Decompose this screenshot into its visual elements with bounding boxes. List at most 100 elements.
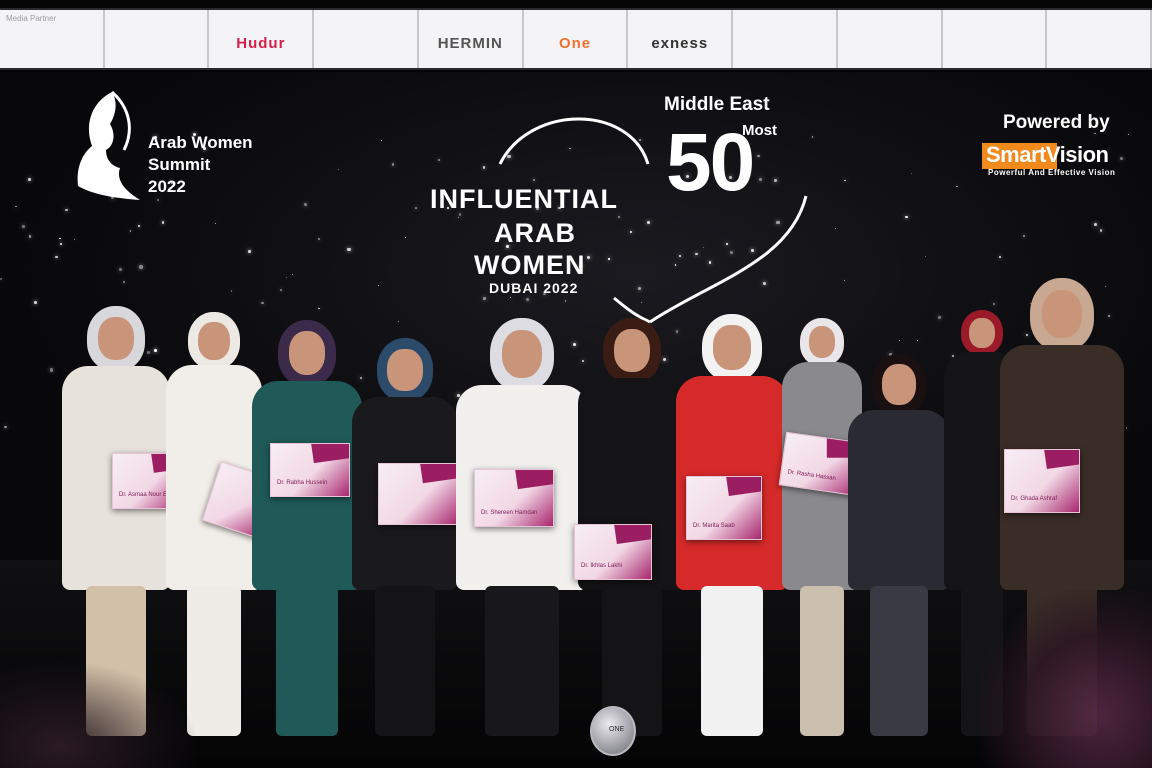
star-dot	[0, 278, 3, 281]
star-dot	[146, 350, 150, 354]
honoree-legs	[870, 586, 928, 736]
star-dot	[1107, 314, 1110, 317]
star-dot	[138, 225, 141, 228]
star-dot	[999, 256, 1002, 259]
star-dot	[1127, 133, 1130, 135]
star-dot	[49, 368, 54, 372]
trophy-label: ONE	[609, 726, 625, 733]
star-dot	[129, 230, 132, 232]
star-dot	[482, 166, 486, 169]
star-dot	[33, 301, 37, 304]
sponsor-cell: exness	[628, 10, 734, 68]
star-dot	[916, 339, 919, 341]
star-dot	[1023, 235, 1025, 237]
star-dot	[1100, 229, 1103, 232]
sponsor-cell	[943, 10, 1048, 68]
star-dot	[118, 268, 122, 271]
honoree-face	[969, 317, 995, 348]
award-certificate: Dr. Ghada Ashraf	[1004, 449, 1080, 513]
star-dot	[359, 377, 363, 380]
star-dot	[139, 265, 143, 269]
star-dot	[662, 357, 667, 361]
star-dot	[1105, 286, 1107, 288]
star-dot	[292, 274, 294, 276]
headline-line3: WOMEN	[474, 250, 586, 280]
foreground-audience-blur-right	[980, 590, 1152, 768]
star-dot	[73, 238, 76, 241]
sponsor-cell: Media Partner	[0, 10, 105, 68]
star-dot	[1093, 223, 1097, 227]
certificate-band	[725, 477, 761, 496]
star-dot	[956, 185, 959, 188]
certificate-band	[514, 470, 553, 490]
star-dot	[154, 349, 157, 352]
honoree-face	[713, 325, 751, 370]
star-dot	[377, 285, 379, 287]
star-dot	[28, 235, 31, 238]
sponsor-logo: HERMIN	[437, 34, 503, 52]
star-dot	[437, 159, 441, 162]
honoree-face	[198, 321, 230, 360]
summit-name-line2: Summit	[148, 155, 211, 174]
sponsor-cell	[1047, 10, 1152, 68]
certificate-name: Dr. Ghada Ashraf	[1011, 496, 1058, 502]
honoree-face	[1041, 290, 1083, 339]
sponsor-cell: HERMIN	[419, 10, 524, 68]
award-certificate: Dr. Ikhlas Lakhi	[574, 524, 652, 580]
star-dot	[391, 163, 395, 167]
star-dot	[397, 321, 399, 323]
honoree-face	[882, 364, 916, 405]
sponsor-cell: One	[524, 10, 629, 68]
star-dot	[380, 140, 382, 142]
smartvision-tagline: Powerful And Effective Vision	[988, 168, 1116, 177]
star-dot	[844, 180, 846, 182]
star-dot	[123, 280, 126, 283]
headline-region: Middle East	[664, 94, 770, 115]
award-certificate: Dr. Rabha Hussein	[270, 443, 350, 497]
sponsor-cell	[733, 10, 838, 68]
star-dot	[15, 205, 17, 207]
certificate-band	[613, 525, 651, 545]
star-dot	[156, 199, 159, 202]
star-dot	[318, 307, 320, 309]
honoree-legs	[375, 586, 435, 736]
sponsor-cell	[314, 10, 419, 68]
certificate-name: Dr. Ikhlas Lakhi	[581, 563, 623, 569]
headline-line2: ARAB	[494, 218, 576, 248]
star-dot	[910, 172, 913, 175]
honoree-legs	[276, 586, 338, 736]
star-dot	[482, 297, 486, 300]
honoree-face	[808, 326, 836, 358]
honoree-face	[387, 348, 423, 391]
star-dot	[924, 255, 926, 257]
award-certificate	[378, 463, 460, 525]
star-dot	[573, 342, 577, 346]
star-dot	[405, 237, 407, 239]
star-dot	[4, 425, 7, 429]
star-dot	[458, 217, 460, 219]
star-dot	[905, 215, 908, 219]
summit-title: Arab Women Summit 2022	[148, 132, 308, 198]
summit-year: 2022	[148, 177, 186, 196]
certificate-name: Dr. Shereen Hamdan	[481, 510, 538, 516]
star-dot	[54, 255, 58, 259]
woman-profile-logo	[77, 90, 140, 200]
sponsor-strip: Media Partner Hudur HERMIN One exness	[0, 8, 1152, 70]
honoree-face	[288, 331, 326, 375]
star-dot	[214, 223, 216, 225]
certificate-name: Dr. Rasha Hassan	[787, 469, 837, 483]
sponsor-cell	[838, 10, 943, 68]
certificate-name: Dr. Marita Saab	[693, 523, 735, 529]
sponsor-cell: Hudur	[209, 10, 315, 68]
certificate-band	[1043, 450, 1079, 469]
star-dot	[993, 302, 996, 305]
certificate-band	[419, 464, 459, 484]
star-dot	[65, 209, 68, 212]
star-dot	[261, 301, 264, 305]
star-dot	[318, 237, 320, 240]
star-dot	[279, 288, 283, 292]
honoree-face	[501, 330, 543, 379]
honoree-outfit	[848, 410, 950, 590]
star-dot	[304, 203, 308, 206]
sponsor-cell	[105, 10, 210, 68]
